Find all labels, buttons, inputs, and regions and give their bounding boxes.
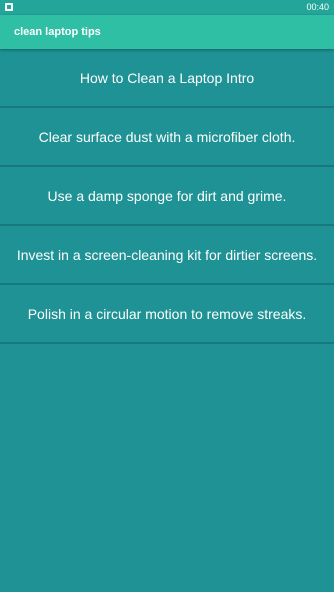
- list-item-label: Use a damp sponge for dirt and grime.: [47, 187, 287, 204]
- list-item[interactable]: Invest in a screen-cleaning kit for dirt…: [0, 226, 334, 285]
- list-item[interactable]: Polish in a circular motion to remove st…: [0, 285, 334, 344]
- tips-list: How to Clean a Laptop Intro Clear surfac…: [0, 49, 334, 344]
- list-item-label: Polish in a circular motion to remove st…: [27, 305, 307, 322]
- app-title: clean laptop tips: [14, 26, 101, 38]
- app-bar: clean laptop tips: [0, 15, 334, 49]
- status-bar: 00:40: [0, 0, 334, 15]
- list-item-label: Invest in a screen-cleaning kit for dirt…: [16, 246, 318, 263]
- notification-icon: [5, 3, 13, 11]
- status-time: 00:40: [306, 2, 329, 12]
- list-item[interactable]: How to Clean a Laptop Intro: [0, 49, 334, 108]
- list-item[interactable]: Clear surface dust with a microfiber clo…: [0, 108, 334, 167]
- list-item-label: Clear surface dust with a microfiber clo…: [38, 128, 296, 145]
- list-item-label: How to Clean a Laptop Intro: [79, 69, 255, 86]
- list-item[interactable]: Use a damp sponge for dirt and grime.: [0, 167, 334, 226]
